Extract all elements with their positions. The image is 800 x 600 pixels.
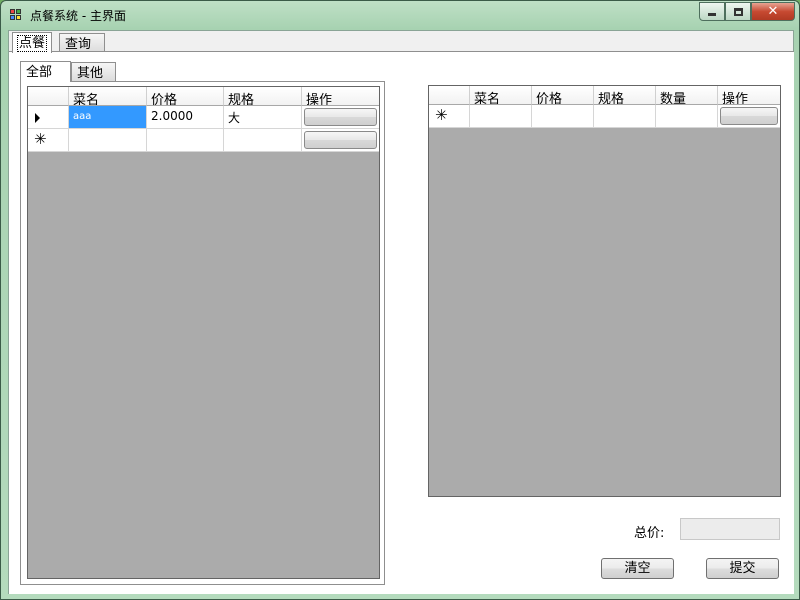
- new-row-action-button[interactable]: [304, 131, 377, 149]
- cell-action: [302, 106, 379, 129]
- cell-name-new[interactable]: [470, 105, 532, 128]
- row-header[interactable]: [28, 106, 69, 129]
- column-header-name[interactable]: 菜名: [69, 87, 147, 106]
- column-header-price[interactable]: 价格: [532, 86, 594, 105]
- new-row[interactable]: ✳: [28, 129, 379, 152]
- cell-price[interactable]: 2.0000: [147, 106, 224, 129]
- row-header-new[interactable]: ✳: [28, 129, 69, 152]
- row-header-corner: [28, 87, 69, 106]
- current-row-arrow-icon: [35, 113, 40, 123]
- tab-query-label: 查询: [65, 37, 92, 52]
- tab-query[interactable]: 查询: [59, 33, 105, 52]
- title-bar[interactable]: 点餐系统 - 主界面 ✕: [1, 1, 799, 29]
- column-header-price[interactable]: 价格: [147, 87, 224, 106]
- total-price-field[interactable]: [680, 518, 780, 540]
- cell-price-new[interactable]: [532, 105, 594, 128]
- order-grid-header: 菜名 价格 规格 数量 操作: [429, 86, 780, 105]
- row-action-button[interactable]: [304, 108, 377, 126]
- minimize-button[interactable]: [699, 2, 725, 21]
- column-header-spec[interactable]: 规格: [594, 86, 656, 105]
- column-header-name[interactable]: 菜名: [470, 86, 532, 105]
- tab-order[interactable]: 点餐: [12, 32, 53, 53]
- row-header-corner: [429, 86, 470, 105]
- cell-spec-new[interactable]: [594, 105, 656, 128]
- cell-spec[interactable]: 大: [224, 106, 302, 129]
- total-price-label: 总价:: [634, 526, 665, 541]
- window-controls: ✕: [699, 2, 795, 21]
- new-row-action-button[interactable]: [720, 107, 778, 125]
- cell-price-new[interactable]: [147, 129, 224, 152]
- tab-other-label: 其他: [77, 66, 104, 81]
- submit-button[interactable]: 提交: [706, 558, 779, 579]
- menu-grid[interactable]: 菜名 价格 规格 操作 aaa 2.0000 大 ✳: [27, 86, 380, 579]
- tab-all[interactable]: 全部: [20, 61, 71, 82]
- cell-spec-new[interactable]: [224, 129, 302, 152]
- cell-action-new: [302, 129, 379, 152]
- column-header-quantity[interactable]: 数量: [656, 86, 718, 105]
- close-button[interactable]: ✕: [751, 2, 795, 21]
- maximize-icon: [733, 7, 743, 16]
- tab-all-label: 全部: [26, 65, 53, 80]
- app-icon[interactable]: [10, 9, 22, 21]
- window-title: 点餐系统 - 主界面: [30, 9, 126, 23]
- cell-action-new: [718, 105, 780, 128]
- column-header-action[interactable]: 操作: [302, 87, 379, 106]
- cell-name-new[interactable]: [69, 129, 147, 152]
- main-window: 点餐系统 - 主界面 ✕ 点餐 查询 全部 其他 菜名 价格 规格 操作 aaa…: [0, 0, 800, 600]
- new-row-star-icon: ✳: [34, 130, 47, 148]
- row-header-new[interactable]: ✳: [429, 105, 470, 128]
- maximize-button[interactable]: [725, 2, 751, 21]
- cell-quantity-new[interactable]: [656, 105, 718, 128]
- column-header-action[interactable]: 操作: [718, 86, 780, 105]
- order-grid[interactable]: 菜名 价格 规格 数量 操作 ✳: [428, 85, 781, 497]
- new-row[interactable]: ✳: [429, 105, 780, 128]
- cell-name[interactable]: aaa: [69, 106, 147, 129]
- minimize-icon: [708, 13, 716, 16]
- client-area: 点餐 查询 全部 其他 菜名 价格 规格 操作 aaa 2.0000 大 ✳ 菜…: [8, 30, 794, 594]
- tab-order-label: 点餐: [16, 35, 48, 52]
- clear-button[interactable]: 清空: [601, 558, 674, 579]
- column-header-spec[interactable]: 规格: [224, 87, 302, 106]
- menu-grid-header: 菜名 价格 规格 操作: [28, 87, 379, 106]
- close-icon: ✕: [767, 4, 779, 19]
- tab-other[interactable]: 其他: [71, 62, 116, 81]
- new-row-star-icon: ✳: [435, 106, 448, 124]
- table-row[interactable]: aaa 2.0000 大: [28, 106, 379, 129]
